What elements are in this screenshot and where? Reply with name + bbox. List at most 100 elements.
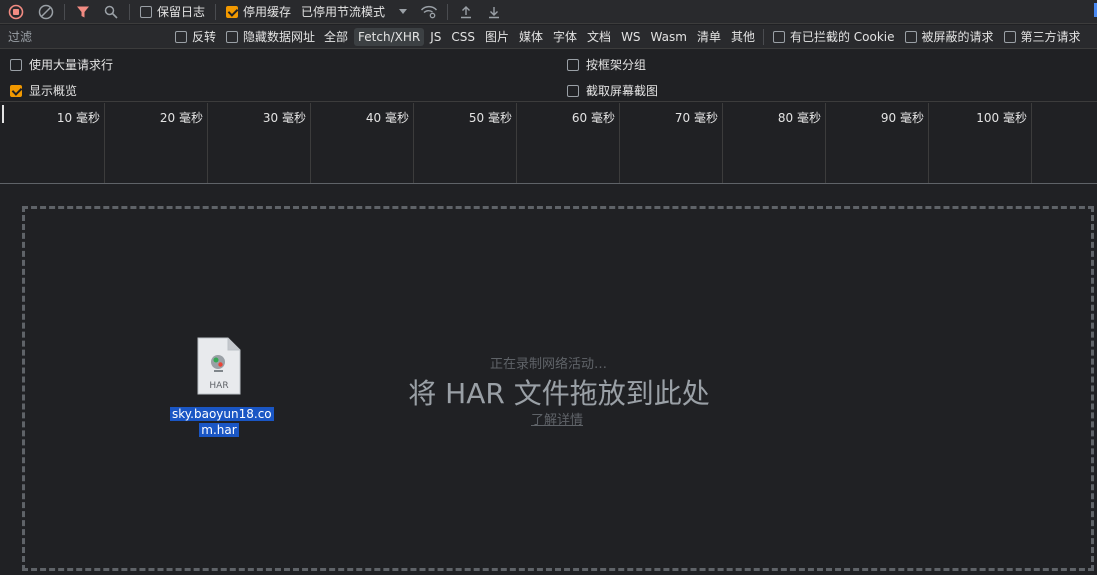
checkbox-box[interactable] — [226, 30, 239, 43]
throttling-value: 已停用节流模式 — [301, 5, 386, 19]
preserve-log-label: 保留日志 — [157, 5, 206, 19]
timeline-tick: 70 毫秒 — [620, 103, 723, 183]
filter-toggle-button[interactable] — [69, 0, 97, 24]
checkbox-box[interactable] — [772, 30, 785, 43]
type-filter-4[interactable]: 图片 — [481, 26, 513, 47]
blocked-requests-label: 被屏蔽的请求 — [921, 30, 994, 44]
har-drop-area[interactable]: 正在录制网络活动… 将 HAR 文件拖放到此处 了解详情 — [0, 185, 1097, 575]
blocked-cookies-label: 有已拦截的 Cookie — [789, 30, 895, 44]
drop-har-prompt: 将 HAR 文件拖放到此处 — [408, 377, 710, 410]
big-request-rows-label: 使用大量请求行 — [29, 58, 114, 72]
hide-data-urls-checkbox[interactable]: 隐藏数据网址 — [221, 28, 320, 45]
upload-icon — [461, 5, 472, 18]
checkbox-box[interactable] — [175, 30, 187, 43]
filter-icon — [77, 6, 89, 17]
blocked-cookies-checkbox[interactable]: 有已拦截的 Cookie — [768, 28, 900, 45]
toolbar-divider — [762, 28, 764, 45]
timeline-tick-label: 10 毫秒 — [56, 111, 100, 125]
timeline-tick: 50 毫秒 — [414, 103, 517, 183]
timeline-tick: 90 毫秒 — [826, 103, 929, 183]
type-filter-10[interactable]: 清单 — [693, 26, 725, 47]
timeline-tick-label: 40 毫秒 — [365, 111, 409, 125]
network-settings-pane: 使用大量请求行 显示概览 按框架分组 截取屏幕截图 — [0, 50, 1097, 102]
clear-button[interactable] — [32, 0, 60, 24]
export-har-button[interactable] — [480, 0, 508, 24]
clear-icon — [38, 4, 54, 19]
wifi-settings-icon — [421, 5, 438, 18]
checkbox-box[interactable] — [567, 84, 579, 97]
checkbox-box[interactable] — [226, 5, 239, 18]
toolbar-divider — [215, 3, 217, 20]
type-filter-1[interactable]: Fetch/XHR — [354, 27, 425, 46]
third-party-label: 第三方请求 — [1020, 30, 1081, 44]
stop-recording-button[interactable] — [0, 0, 32, 24]
disable-cache-checkbox[interactable]: 停用缓存 — [220, 3, 297, 20]
type-filter-6[interactable]: 字体 — [549, 26, 581, 47]
capture-screenshots-checkbox[interactable]: 截取屏幕截图 — [567, 82, 658, 99]
checkbox-box[interactable] — [567, 58, 579, 71]
invert-label: 反转 — [192, 30, 217, 44]
timeline-tick: 20 毫秒 — [105, 103, 208, 183]
timeline-tick-label: 20 毫秒 — [159, 111, 203, 125]
record-icon — [8, 4, 24, 19]
timeline-tick-label: 30 毫秒 — [262, 111, 306, 125]
type-filter-5[interactable]: 媒体 — [515, 26, 547, 47]
download-icon — [489, 6, 500, 18]
timeline-tick-label: 80 毫秒 — [777, 111, 821, 125]
timeline-tick: 40 毫秒 — [311, 103, 414, 183]
toolbar-divider — [64, 3, 65, 20]
learn-more-link[interactable]: 了解详情 — [531, 409, 583, 428]
checkbox-box[interactable] — [140, 5, 152, 18]
invert-checkbox[interactable]: 反转 — [170, 28, 221, 45]
timeline-tick: 60 毫秒 — [517, 103, 620, 183]
show-overview-checkbox[interactable]: 显示概览 — [10, 82, 77, 99]
timeline-tick-label: 60 毫秒 — [571, 111, 615, 125]
timeline-tick-label: 70 毫秒 — [674, 111, 718, 125]
group-by-frame-checkbox[interactable]: 按框架分组 — [567, 56, 646, 73]
show-overview-label: 显示概览 — [29, 84, 78, 98]
timeline-tick: 80 毫秒 — [723, 103, 826, 183]
file-name-line-1: sky.baoyun18.co — [170, 407, 274, 421]
group-by-frame-label: 按框架分组 — [586, 58, 647, 72]
timeline-tick: 10 毫秒 — [2, 103, 105, 183]
resource-type-filters: 全部 Fetch/XHR JS CSS 图片 媒体 字体 文档 WS Wasm 清单 其他 — [320, 26, 759, 47]
throttling-select[interactable]: 已停用节流模式 — [297, 3, 415, 20]
import-har-button[interactable] — [452, 0, 480, 24]
type-filter-0[interactable]: 全部 — [320, 26, 352, 47]
capture-screenshots-label: 截取屏幕截图 — [586, 84, 659, 98]
type-filter-11[interactable]: 其他 — [727, 26, 759, 47]
toolbar-divider — [447, 3, 449, 20]
timeline-overview[interactable]: 10 毫秒 20 毫秒 30 毫秒 40 毫秒 50 毫秒 60 毫秒 70 毫秒 80 毫秒… — [0, 103, 1097, 184]
search-button[interactable] — [97, 0, 125, 24]
timeline-tick: 100 毫秒 — [929, 103, 1032, 183]
file-name-line-2: m.har — [199, 423, 239, 437]
toolbar-divider — [129, 3, 130, 20]
type-filter-2[interactable]: JS — [426, 28, 445, 46]
type-filter-3[interactable]: CSS — [447, 28, 479, 46]
checkbox-box[interactable] — [1003, 30, 1016, 43]
disable-cache-label: 停用缓存 — [243, 5, 292, 19]
timeline-tick-label: 90 毫秒 — [880, 111, 924, 125]
checkbox-box[interactable] — [904, 30, 917, 43]
checkbox-box[interactable] — [10, 58, 22, 71]
big-request-rows-checkbox[interactable]: 使用大量请求行 — [10, 56, 113, 73]
file-type-label: HAR — [209, 381, 229, 391]
third-party-checkbox[interactable]: 第三方请求 — [999, 28, 1086, 45]
preserve-log-checkbox[interactable]: 保留日志 — [134, 3, 211, 20]
blocked-requests-checkbox[interactable]: 被屏蔽的请求 — [900, 28, 999, 45]
timeline-tick-label: 100 毫秒 — [976, 111, 1027, 125]
har-file-name[interactable]: sky.baoyun18.co m.har — [170, 406, 274, 438]
checkbox-box[interactable] — [10, 84, 22, 97]
har-file-icon[interactable]: HAR — [196, 336, 242, 396]
timeline-tick: 11 — [1032, 103, 1097, 183]
filter-bar: 反转 隐藏数据网址 全部Fetch/XHRJSCSS图片媒体字体文档WSWasm… — [0, 25, 1097, 49]
recording-status-text: 正在录制网络活动… — [489, 357, 607, 372]
search-icon — [104, 5, 118, 19]
network-toolbar: 保留日志 停用缓存 已停用节流模式 — [0, 0, 1097, 24]
network-conditions-button[interactable] — [415, 0, 443, 24]
timeline-tick-label: 50 毫秒 — [468, 111, 512, 125]
filter-input[interactable] — [0, 25, 170, 48]
type-filter-8[interactable]: WS — [617, 28, 644, 46]
type-filter-9[interactable]: Wasm — [647, 28, 691, 46]
type-filter-7[interactable]: 文档 — [583, 26, 615, 47]
